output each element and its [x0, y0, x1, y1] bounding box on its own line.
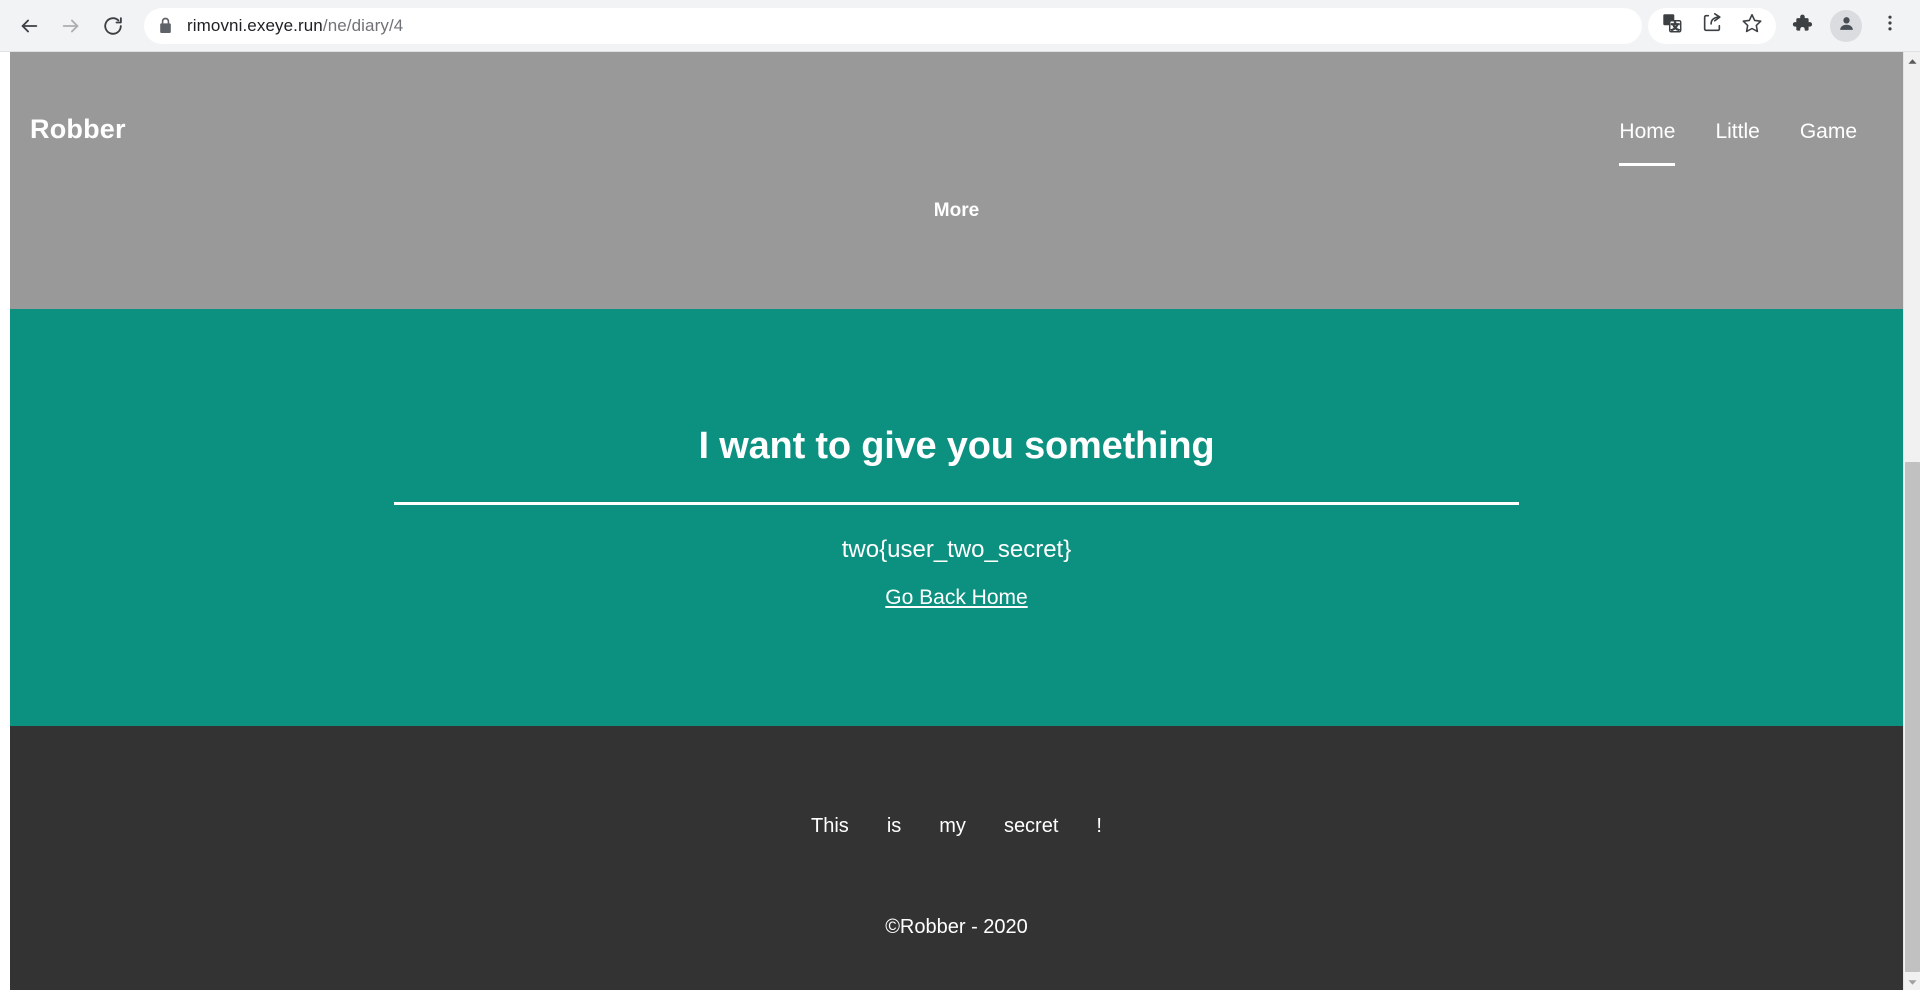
- nav-item-game[interactable]: Game: [1800, 120, 1857, 166]
- puzzle-piece-icon: [1791, 12, 1813, 39]
- page-title: I want to give you something: [698, 425, 1215, 467]
- back-button[interactable]: [10, 7, 48, 45]
- lock-icon: [158, 17, 173, 34]
- footer-word-my[interactable]: my: [939, 815, 966, 838]
- profile-avatar-icon: [1837, 14, 1856, 38]
- footer-word-list: This is my secret !: [10, 815, 1903, 838]
- reload-button[interactable]: [94, 7, 132, 45]
- translate-button[interactable]: G 文: [1652, 7, 1692, 45]
- url-text: rimovni.exeye.run/ne/diary/4: [187, 16, 403, 36]
- site-header: Robber Home Little Game More: [10, 52, 1903, 309]
- web-page: Robber Home Little Game More I want to g…: [10, 52, 1903, 990]
- reload-icon: [102, 15, 124, 37]
- site-nav: Home Little Game: [1619, 120, 1857, 166]
- bookmark-button[interactable]: [1732, 7, 1772, 45]
- nav-item-little[interactable]: Little: [1715, 120, 1759, 166]
- scroll-up-arrow-icon: [1908, 52, 1917, 70]
- page-scrollbar[interactable]: [1903, 52, 1920, 990]
- scrollbar-thumb[interactable]: [1905, 462, 1920, 972]
- svg-text:文: 文: [1671, 21, 1679, 31]
- footer-word-is[interactable]: is: [887, 815, 901, 838]
- footer-word-exclamation[interactable]: !: [1096, 815, 1102, 838]
- url-domain: rimovni.exeye.run: [187, 15, 323, 35]
- site-brand[interactable]: Robber: [30, 114, 126, 145]
- scrollbar-up-button[interactable]: [1904, 52, 1920, 69]
- site-footer: This is my secret ! ©Robber - 2020: [10, 726, 1903, 990]
- bookmark-star-icon: [1741, 12, 1763, 39]
- page-viewport: Robber Home Little Game More I want to g…: [0, 52, 1920, 990]
- go-back-home-link[interactable]: Go Back Home: [885, 586, 1027, 610]
- secret-flag-text: two{user_two_secret}: [841, 536, 1072, 563]
- scrollbar-down-button[interactable]: [1904, 973, 1920, 990]
- hero-divider: [394, 502, 1519, 505]
- hero-content: I want to give you something two{user_tw…: [10, 425, 1903, 610]
- browser-action-group: [1782, 7, 1910, 45]
- translate-icon: G 文: [1661, 12, 1683, 39]
- footer-word-this[interactable]: This: [811, 815, 849, 838]
- nav-item-home[interactable]: Home: [1619, 120, 1676, 166]
- hero-section: I want to give you something two{user_tw…: [10, 309, 1903, 726]
- address-bar[interactable]: rimovni.exeye.run/ne/diary/4: [144, 7, 1642, 44]
- omnibox-action-group: G 文: [1648, 7, 1776, 45]
- share-icon: [1701, 12, 1723, 39]
- chrome-menu-button[interactable]: [1870, 7, 1910, 45]
- browser-toolbar: rimovni.exeye.run/ne/diary/4 G 文: [0, 0, 1920, 52]
- footer-copyright: ©Robber - 2020: [885, 916, 1028, 938]
- three-dot-menu-icon: [1880, 13, 1900, 38]
- profile-button[interactable]: [1830, 9, 1862, 42]
- footer-word-secret[interactable]: secret: [1004, 815, 1058, 838]
- scroll-down-arrow-icon: [1908, 973, 1917, 991]
- forward-arrow-icon: [60, 15, 82, 37]
- forward-button[interactable]: [52, 7, 90, 45]
- more-link[interactable]: More: [10, 200, 1903, 222]
- back-arrow-icon: [18, 15, 40, 37]
- extensions-button[interactable]: [1782, 7, 1822, 45]
- share-button[interactable]: [1692, 7, 1732, 45]
- url-path: /ne/diary/4: [322, 15, 404, 35]
